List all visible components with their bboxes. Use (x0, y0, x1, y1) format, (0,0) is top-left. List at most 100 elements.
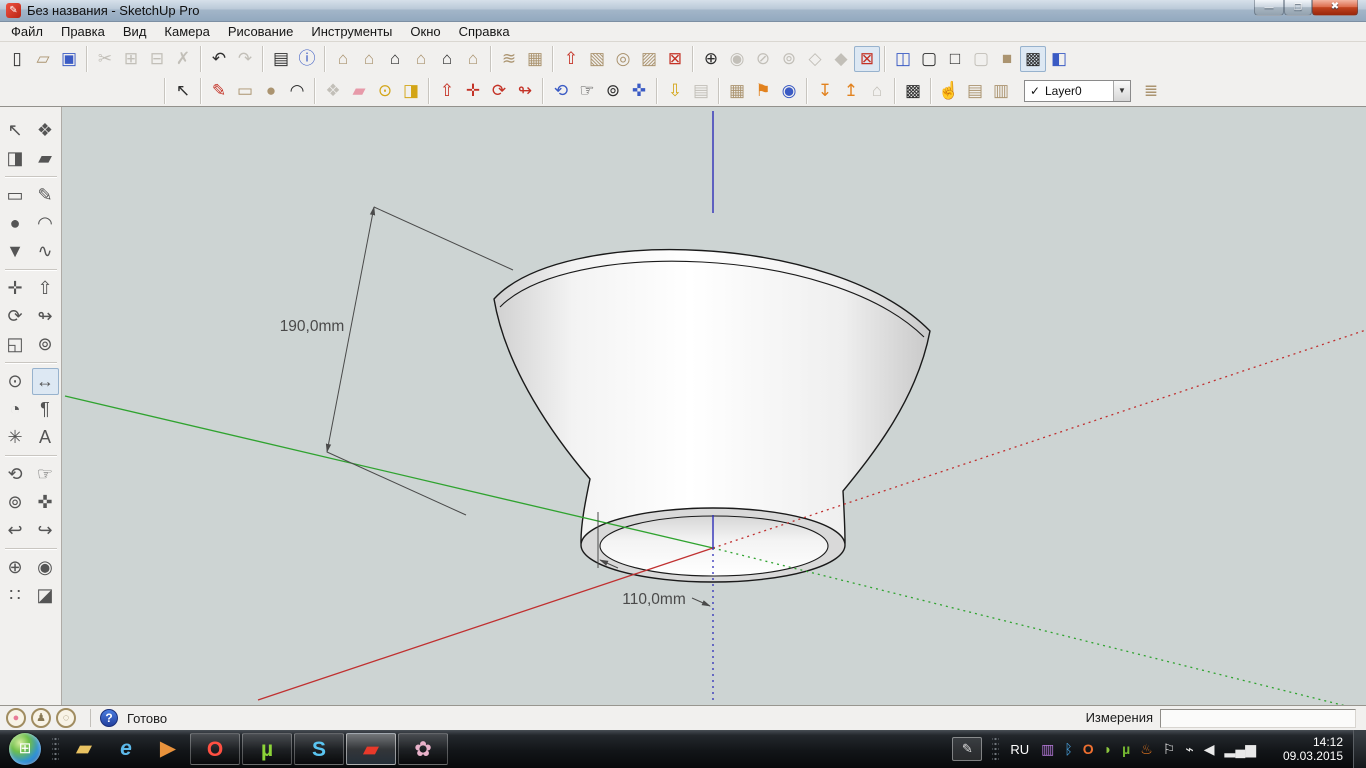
tablet-input-icon[interactable]: ✎ (952, 737, 982, 761)
back-edges-style-button[interactable]: ▢ (916, 46, 942, 72)
layer-manager-button[interactable]: ≣ (1137, 78, 1165, 104)
share-component-button[interactable]: ⌂ (864, 78, 890, 104)
protractor-tool[interactable]: ◔ (2, 396, 29, 423)
freehand-tool[interactable]: ∿ (32, 238, 59, 265)
view-top-button[interactable]: ⌂ (356, 46, 382, 72)
flip-edge-button[interactable]: ⊠ (662, 46, 688, 72)
axes-tool[interactable]: ✳ (2, 424, 29, 451)
look-around-tool[interactable]: ◉ (32, 554, 59, 581)
lock-camera-button[interactable]: ⊘ (750, 46, 776, 72)
zoom-next-tool[interactable]: ↪ (32, 517, 59, 544)
zoom-extents-tool[interactable]: ✜ (32, 489, 59, 516)
action-center-icon[interactable]: ⚐ (1163, 741, 1176, 758)
start-button[interactable]: ⊞ (9, 733, 41, 765)
explorer-icon[interactable]: ▰ (64, 733, 104, 765)
follow-me-tool[interactable]: ↬ (512, 78, 538, 104)
redo-button[interactable]: ↷ (232, 46, 258, 72)
select-tool[interactable]: ↖ (2, 117, 29, 144)
push-pull-tool[interactable]: ⇧ (32, 275, 59, 302)
photo-textures-button[interactable]: ▦ (724, 78, 750, 104)
zoom-extents-tool[interactable]: ✜ (626, 78, 652, 104)
volume-icon[interactable]: ◀ (1204, 741, 1215, 758)
3d-text-tool[interactable]: A (32, 424, 59, 451)
google-earth-button[interactable]: ◉ (776, 78, 802, 104)
viewport-canvas[interactable]: 190,0mm 110,0mm (62, 107, 1366, 705)
tape-measure-tool[interactable]: ⊙ (2, 368, 29, 395)
component-options-button[interactable]: ▤ (962, 78, 988, 104)
get-models-button[interactable]: ↧ (812, 78, 838, 104)
title-bar[interactable]: ✎ Без названия - SketchUp Pro (0, 0, 1366, 22)
menu-tools[interactable]: Инструменты (302, 23, 401, 40)
erase-button[interactable]: ✗ (170, 46, 196, 72)
zoom-tool[interactable]: ⊚ (600, 78, 626, 104)
chevron-down-icon[interactable]: ▼ (1113, 81, 1130, 101)
drape-button[interactable]: ◎ (610, 46, 636, 72)
rectangle-tool[interactable]: ▭ (232, 78, 258, 104)
menu-help[interactable]: Справка (450, 23, 519, 40)
polygon-tool[interactable]: ▼ (2, 238, 29, 265)
stamp-button[interactable]: ▧ (584, 46, 610, 72)
zoom-previous-tool[interactable]: ↩ (2, 517, 29, 544)
line-tool[interactable]: ✎ (32, 182, 59, 209)
paint-bucket-tool[interactable]: ◨ (2, 145, 29, 172)
help-icon[interactable]: ? (100, 709, 118, 727)
credit-status-icon[interactable]: ♟ (31, 708, 51, 728)
add-detail-button[interactable]: ▨ (636, 46, 662, 72)
view-right-button[interactable]: ⌂ (408, 46, 434, 72)
bluetooth-icon[interactable]: ᛒ (1064, 741, 1072, 757)
make-component-tool[interactable]: ❖ (320, 78, 346, 104)
save-button[interactable]: ▣ (56, 46, 82, 72)
view-back-button[interactable]: ⌂ (434, 46, 460, 72)
opera-button[interactable]: O (190, 733, 240, 765)
menu-edit[interactable]: Правка (52, 23, 114, 40)
dimension-height[interactable]: 190,0mm (280, 207, 513, 515)
geolocation-status-icon[interactable]: ● (6, 708, 26, 728)
position-camera-tool[interactable]: ⊕ (2, 554, 29, 581)
paste-button[interactable]: ⊟ (144, 46, 170, 72)
skype-button[interactable]: S (294, 733, 344, 765)
view-front-button[interactable]: ⌂ (382, 46, 408, 72)
xray-style-button[interactable]: ◫ (890, 46, 916, 72)
menu-window[interactable]: Окно (401, 23, 449, 40)
layer-dropdown[interactable]: ✓ Layer0 ▼ (1024, 80, 1131, 102)
text-tool[interactable]: ¶ (32, 396, 59, 423)
network-signal-icon[interactable]: ▂▄▆ (1225, 741, 1256, 758)
zoom-tool[interactable]: ⊚ (2, 489, 29, 516)
follow-me-tool[interactable]: ↬ (32, 303, 59, 330)
arc-tool[interactable]: ◠ (32, 210, 59, 237)
get-current-view-button[interactable]: ⇩ (662, 78, 688, 104)
line-tool[interactable]: ✎ (206, 78, 232, 104)
power-plug-icon[interactable]: ⌁ (1185, 741, 1193, 758)
print-button[interactable]: ▤ (268, 46, 294, 72)
offset-tool[interactable]: ⊚ (32, 331, 59, 358)
media-player-icon[interactable]: ▶ (148, 733, 188, 765)
claim-status-icon[interactable]: ◌ (56, 708, 76, 728)
sandbox-from-contours-button[interactable]: ≋ (496, 46, 522, 72)
walk-tool[interactable]: ∷ (2, 582, 29, 609)
section-plane-tool[interactable]: ◪ (32, 582, 59, 609)
menu-camera[interactable]: Камера (155, 23, 218, 40)
view-left-button[interactable]: ⌂ (460, 46, 486, 72)
orbit-tool[interactable]: ⟲ (548, 78, 574, 104)
pan-tool[interactable]: ☞ (574, 78, 600, 104)
interact-tool[interactable]: ☝ (936, 78, 962, 104)
move-tool[interactable]: ✛ (460, 78, 486, 104)
eraser-tool[interactable]: ▰ (32, 145, 59, 172)
cut-button[interactable]: ✂ (92, 46, 118, 72)
arc-tool[interactable]: ◠ (284, 78, 310, 104)
hidden-line-style-button[interactable]: ▢ (968, 46, 994, 72)
shaded-textures-style-button[interactable]: ▩ (1020, 46, 1046, 72)
share-model-button[interactable]: ↥ (838, 78, 864, 104)
undo-button[interactable]: ↶ (206, 46, 232, 72)
wireframe-style-button[interactable]: □ (942, 46, 968, 72)
circle-tool[interactable]: ● (258, 78, 284, 104)
shaded-style-button[interactable]: ■ (994, 46, 1020, 72)
show-desktop-button[interactable] (1353, 730, 1366, 768)
menu-view[interactable]: Вид (114, 23, 156, 40)
rectangle-tool[interactable]: ▭ (2, 182, 29, 209)
drawing-area[interactable]: 190,0mm 110,0mm (62, 107, 1366, 705)
reset-camera-button[interactable]: ⊠ (854, 46, 880, 72)
restore-button[interactable]: ❐ (1284, 0, 1312, 16)
make-component-tool[interactable]: ❖ (32, 117, 59, 144)
select-tool[interactable]: ↖ (170, 78, 196, 104)
